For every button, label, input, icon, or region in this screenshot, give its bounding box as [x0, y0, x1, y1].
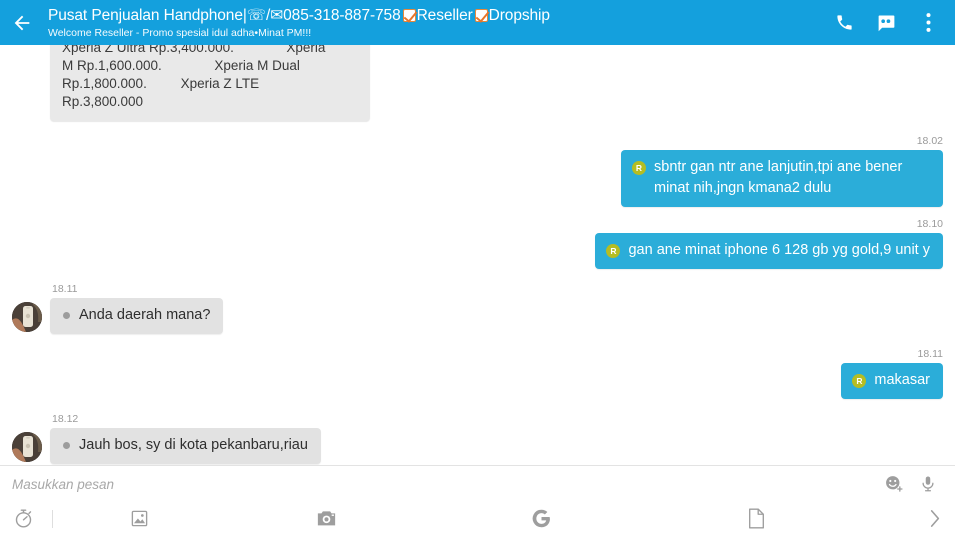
- app-header: Pusat Penjualan Handphone|☏/✉085-318-887…: [0, 0, 955, 45]
- message-row: 18.11 Anda daerah mana?: [0, 283, 955, 334]
- message-timestamp: 18.02: [916, 135, 943, 147]
- page-title: Pusat Penjualan Handphone|☏/✉085-318-887…: [48, 6, 815, 25]
- title-segment-reseller: Reseller: [416, 6, 473, 24]
- message-row: 18.10 R gan ane minat iphone 6 128 gb yg…: [0, 218, 955, 269]
- gallery-button[interactable]: [59, 502, 219, 535]
- avatar: [12, 432, 42, 462]
- emoji-add-button[interactable]: [877, 466, 911, 503]
- google-icon: [532, 509, 550, 528]
- more-attachments-button[interactable]: [915, 502, 955, 535]
- voicemail-icon: [877, 15, 894, 32]
- call-button[interactable]: [823, 0, 865, 45]
- partial-line-0: Xperia Z Ultra Rp.3,400.000. Xperia: [62, 45, 326, 55]
- avatar: [12, 302, 42, 332]
- attachment-toolbar: [0, 502, 955, 535]
- message-bubble[interactable]: Anda daerah mana?: [50, 298, 224, 334]
- call-icon: [836, 15, 852, 30]
- camera-icon: [317, 511, 336, 526]
- message-list[interactable]: Xperia Z Ultra Rp.3,400.000. Xperia M Rp…: [0, 45, 955, 465]
- file-icon: [749, 508, 764, 529]
- stopwatch-icon: [15, 509, 31, 528]
- message-text: Jauh bos, sy di kota pekanbaru,riau: [79, 437, 308, 453]
- composer-bar: [0, 465, 955, 502]
- avatar-photo-icon: [12, 432, 42, 462]
- page-subtitle: Welcome Reseller - Promo spesial idul ad…: [48, 26, 312, 39]
- recent-button[interactable]: [0, 502, 46, 535]
- message-bubble-partial: Xperia Z Ultra Rp.3,400.000. Xperia M Rp…: [50, 45, 370, 121]
- unread-dot-icon: [63, 312, 70, 319]
- microphone-button[interactable]: [911, 466, 945, 503]
- voicemail-button[interactable]: [865, 0, 907, 45]
- message-input[interactable]: [12, 476, 877, 492]
- sent-status-badge-icon: R: [852, 374, 867, 388]
- overflow-menu-icon: [925, 13, 931, 32]
- message-row: 18.12 Jauh bos, sy di kota pekanbaru,ria…: [0, 413, 955, 464]
- header-actions: [823, 0, 955, 45]
- unread-dot-icon: [63, 442, 70, 449]
- message-text: gan ane minat iphone 6 128 gb yg gold,9 …: [628, 242, 930, 258]
- message-text: makasar: [874, 372, 930, 388]
- message-bubble[interactable]: R sbntr gan ntr ane lanjutin,tpi ane ben…: [621, 150, 943, 207]
- message-bubble[interactable]: R makasar: [841, 363, 943, 399]
- back-button[interactable]: [0, 0, 44, 45]
- title-segment-dropship: Dropship: [488, 6, 550, 24]
- chevron-right-icon: [930, 510, 939, 527]
- title-segment-contact: Pusat Penjualan Handphone|☏/✉085-318-887…: [48, 6, 401, 24]
- partial-line-2: Rp.1,800.000. Xperia Z LTE: [62, 76, 260, 91]
- message-timestamp: 18.10: [916, 218, 943, 230]
- header-text-block: Pusat Penjualan Handphone|☏/✉085-318-887…: [44, 6, 823, 40]
- arrow-back-icon: [14, 15, 30, 30]
- message-row: 18.02 R sbntr gan ntr ane lanjutin,tpi a…: [0, 135, 955, 207]
- emoji-add-icon: [886, 476, 903, 492]
- sent-status-badge-icon: R: [606, 244, 621, 258]
- partial-line-3: Rp.3,800.000: [62, 94, 144, 109]
- partial-line-1: M Rp.1,600.000. Xperia M Dual: [62, 58, 300, 73]
- message-timestamp: 18.12: [52, 413, 79, 425]
- message-timestamp: 18.11: [52, 283, 78, 295]
- avatar-photo-icon: [12, 302, 42, 332]
- gallery-icon: [131, 510, 147, 527]
- message-timestamp: 18.11: [917, 348, 944, 360]
- checkbox-emoji-icon: [402, 8, 416, 22]
- checkbox-emoji-icon-2: [474, 8, 488, 22]
- message-bubble[interactable]: Jauh bos, sy di kota pekanbaru,riau: [50, 428, 321, 464]
- messaging-app: Pusat Penjualan Handphone|☏/✉085-318-887…: [0, 0, 955, 535]
- message-bubble[interactable]: R gan ane minat iphone 6 128 gb yg gold,…: [595, 233, 943, 269]
- microphone-icon: [922, 476, 934, 492]
- file-button[interactable]: [649, 502, 864, 535]
- sent-status-badge-icon: R: [632, 161, 646, 175]
- message-text: Anda daerah mana?: [79, 307, 211, 323]
- toolbar-divider: [52, 509, 53, 528]
- message-text: sbntr gan ntr ane lanjutin,tpi ane bener…: [654, 159, 903, 196]
- overflow-menu-button[interactable]: [907, 0, 949, 45]
- google-search-button[interactable]: [434, 502, 649, 535]
- message-row: 18.11 R makasar: [0, 348, 955, 399]
- camera-button[interactable]: [219, 502, 434, 535]
